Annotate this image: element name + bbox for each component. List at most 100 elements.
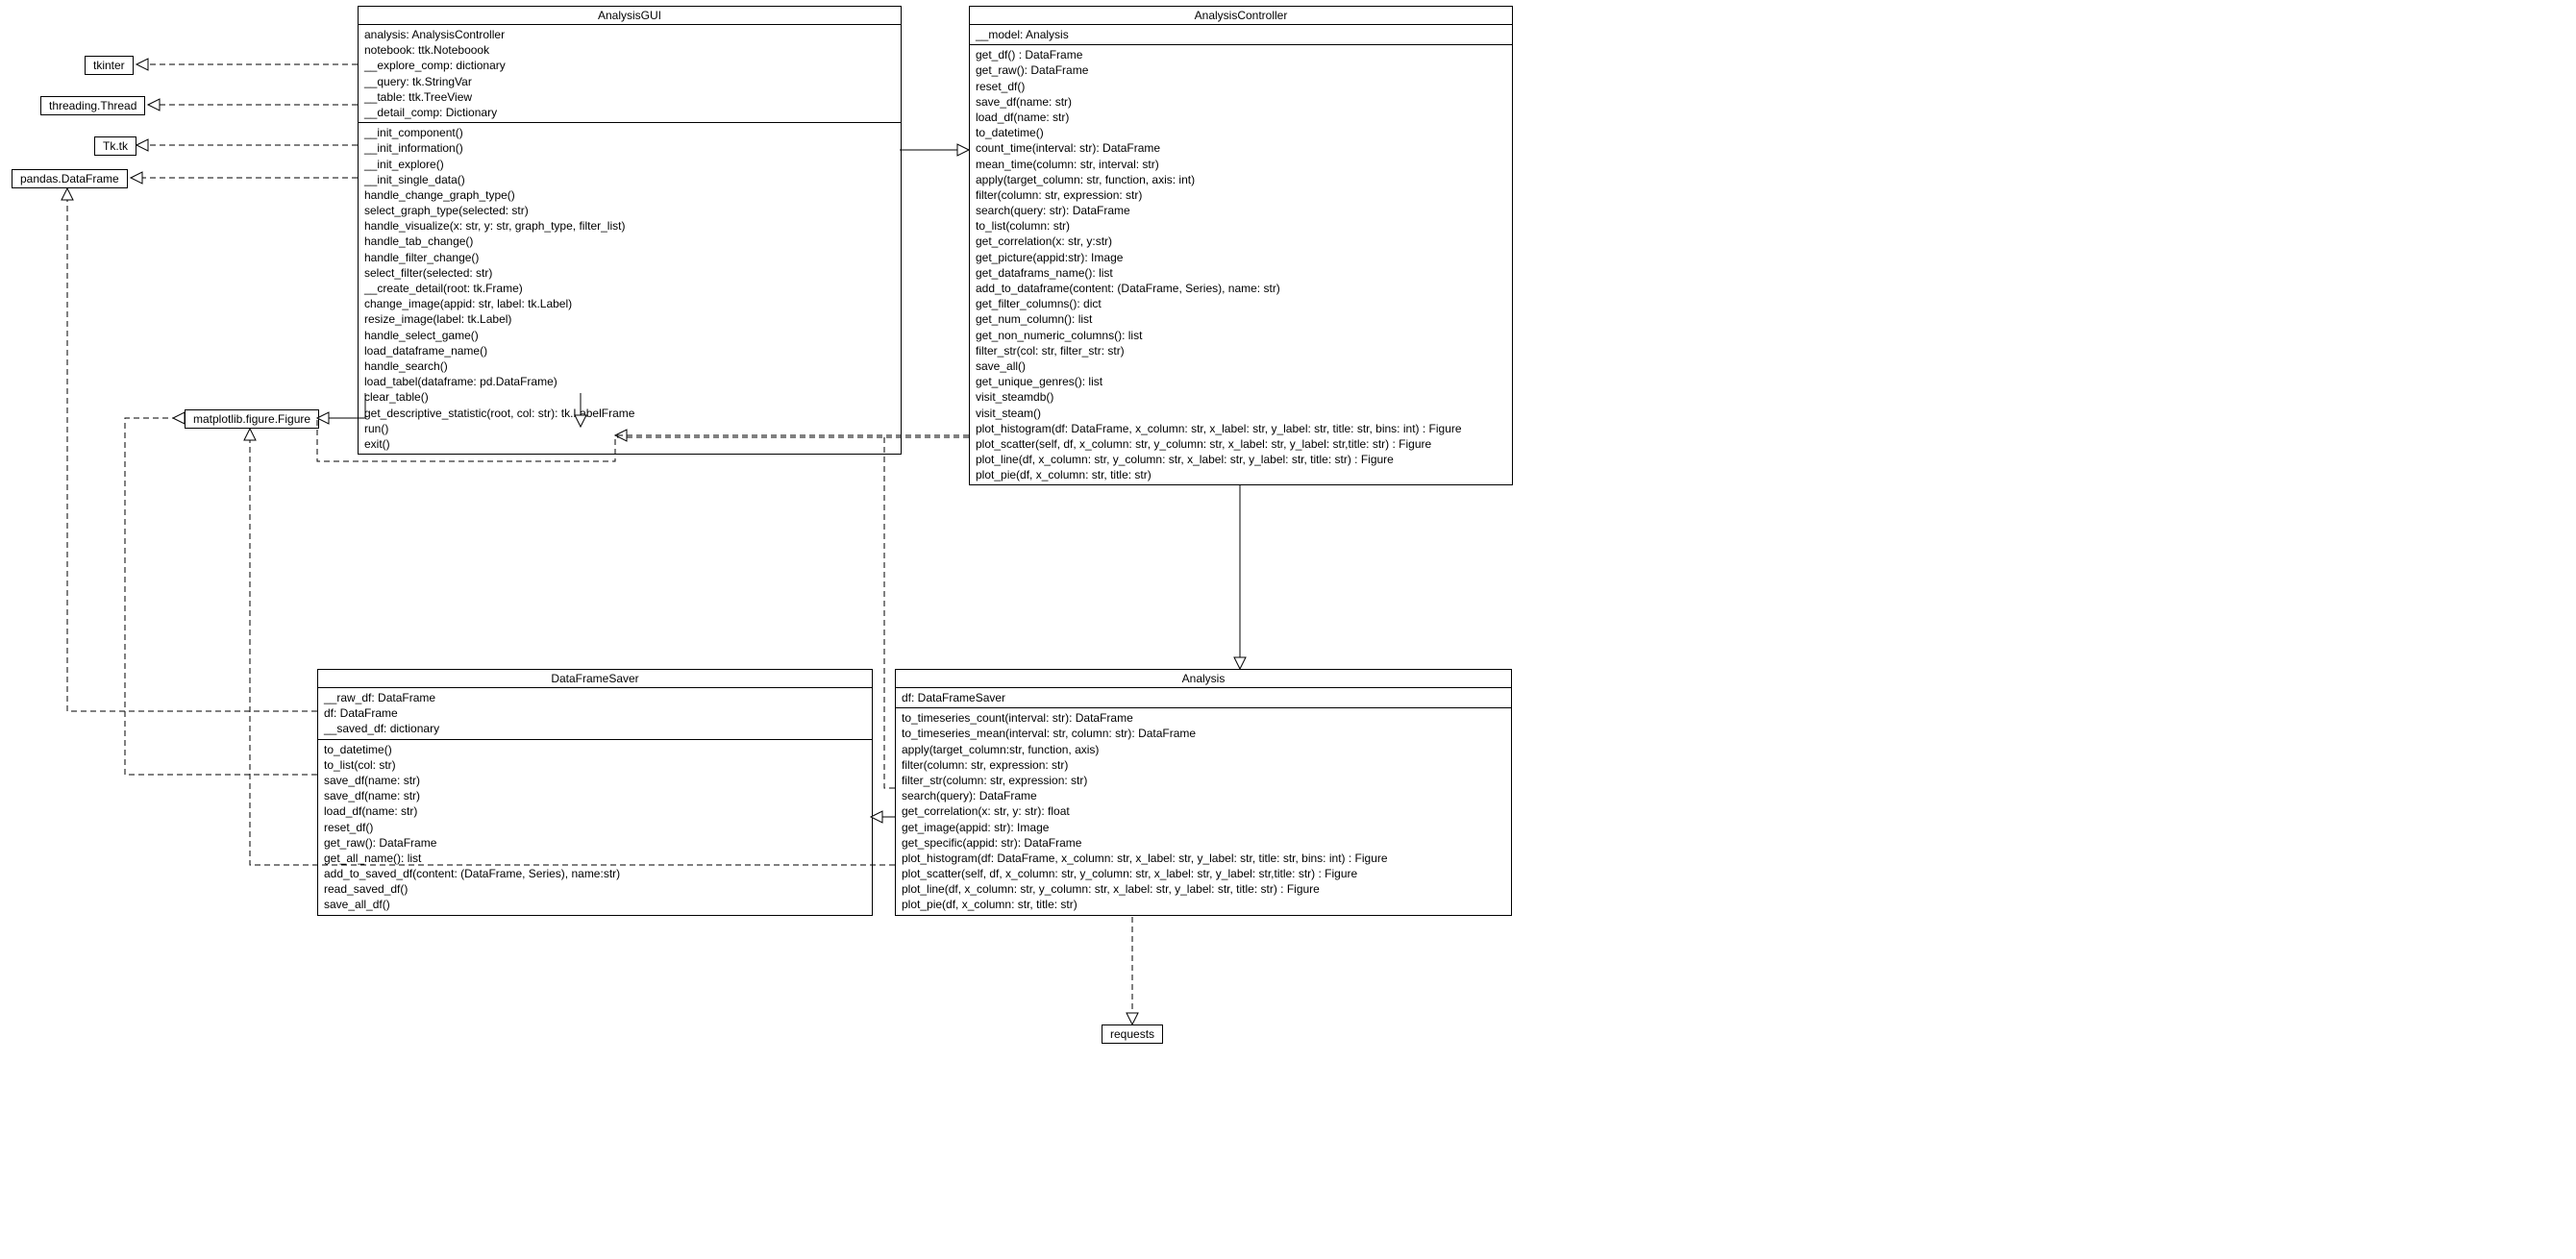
class-line: add_to_dataframe(content: (DataFrame, Se… [976, 281, 1506, 296]
class-line: get_non_numeric_columns(): list [976, 328, 1506, 343]
box-threading: threading.Thread [40, 96, 145, 115]
class-line: __explore_comp: dictionary [364, 58, 895, 73]
class-line: get_raw(): DataFrame [976, 62, 1506, 78]
class-line: count_time(interval: str): DataFrame [976, 140, 1506, 156]
class-attrs: __model: Analysis [970, 25, 1512, 45]
class-methods: to_timeseries_count(interval: str): Data… [896, 708, 1511, 914]
class-line: get_correlation(x: str, y: str): float [902, 803, 1505, 819]
class-line: load_dataframe_name() [364, 343, 895, 358]
box-pandas: pandas.DataFrame [12, 169, 128, 188]
class-line: plot_histogram(df: DataFrame, x_column: … [976, 421, 1506, 436]
class-name: AnalysisController [970, 7, 1512, 25]
class-methods: get_df() : DataFrameget_raw(): DataFrame… [970, 45, 1512, 484]
class-line: to_timeseries_mean(interval: str, column… [902, 726, 1505, 741]
box-tktk: Tk.tk [94, 136, 136, 156]
class-line: __query: tk.StringVar [364, 74, 895, 89]
class-line: exit() [364, 436, 895, 452]
class-line: load_tabel(dataframe: pd.DataFrame) [364, 374, 895, 389]
box-requests: requests [1102, 1024, 1163, 1044]
class-name: AnalysisGUI [359, 7, 901, 25]
class-line: get_df() : DataFrame [976, 47, 1506, 62]
class-line: notebook: ttk.Noteboook [364, 42, 895, 58]
class-line: get_image(appid: str): Image [902, 820, 1505, 835]
class-line: save_df(name: str) [324, 773, 866, 788]
class-line: filter(column: str, expression: str) [976, 187, 1506, 203]
class-line: to_list(col: str) [324, 757, 866, 773]
class-line: plot_pie(df, x_column: str, title: str) [976, 467, 1506, 482]
class-name: DataFrameSaver [318, 670, 872, 688]
class-line: mean_time(column: str, interval: str) [976, 157, 1506, 172]
class-attrs: df: DataFrameSaver [896, 688, 1511, 708]
class-line: plot_histogram(df: DataFrame, x_column: … [902, 851, 1505, 866]
class-line: plot_pie(df, x_column: str, title: str) [902, 897, 1505, 912]
class-line: __init_component() [364, 125, 895, 140]
class-line: filter_str(column: str, expression: str) [902, 773, 1505, 788]
class-line: handle_select_game() [364, 328, 895, 343]
class-line: get_picture(appid:str): Image [976, 250, 1506, 265]
class-analysis: Analysis df: DataFrameSaver to_timeserie… [895, 669, 1512, 916]
class-line: df: DataFrameSaver [902, 690, 1505, 705]
class-attrs: analysis: AnalysisControllernotebook: tt… [359, 25, 901, 123]
class-line: load_df(name: str) [976, 110, 1506, 125]
class-line: get_correlation(x: str, y:str) [976, 234, 1506, 249]
class-line: plot_line(df, x_column: str, y_column: s… [902, 881, 1505, 897]
class-line: handle_search() [364, 358, 895, 374]
class-line: save_all() [976, 358, 1506, 374]
class-line: handle_filter_change() [364, 250, 895, 265]
class-line: add_to_saved_df(content: (DataFrame, Ser… [324, 866, 866, 881]
class-line: get_unique_genres(): list [976, 374, 1506, 389]
class-line: __init_explore() [364, 157, 895, 172]
class-line: __table: ttk.TreeView [364, 89, 895, 105]
class-line: analysis: AnalysisController [364, 27, 895, 42]
class-analysisgui: AnalysisGUI analysis: AnalysisController… [358, 6, 902, 455]
class-line: __init_single_data() [364, 172, 895, 187]
class-analysiscontroller: AnalysisController __model: Analysis get… [969, 6, 1513, 485]
box-tkinter: tkinter [85, 56, 134, 75]
class-line: get_dataframs_name(): list [976, 265, 1506, 281]
class-line: get_raw(): DataFrame [324, 835, 866, 851]
class-dataframesaver: DataFrameSaver __raw_df: DataFramedf: Da… [317, 669, 873, 916]
class-line: get_num_column(): list [976, 311, 1506, 327]
class-line: run() [364, 421, 895, 436]
class-line: clear_table() [364, 389, 895, 405]
class-line: __saved_df: dictionary [324, 721, 866, 736]
class-line: to_datetime() [976, 125, 1506, 140]
class-line: resize_image(label: tk.Label) [364, 311, 895, 327]
class-line: __raw_df: DataFrame [324, 690, 866, 705]
class-line: get_descriptive_statistic(root, col: str… [364, 406, 895, 421]
class-line: select_graph_type(selected: str) [364, 203, 895, 218]
class-methods: __init_component()__init_information()__… [359, 123, 901, 454]
class-line: to_list(column: str) [976, 218, 1506, 234]
class-line: plot_scatter(self, df, x_column: str, y_… [976, 436, 1506, 452]
class-line: __model: Analysis [976, 27, 1506, 42]
class-methods: to_datetime()to_list(col: str)save_df(na… [318, 740, 872, 915]
class-line: apply(target_column:str, function, axis) [902, 742, 1505, 757]
class-line: search(query: str): DataFrame [976, 203, 1506, 218]
class-line: handle_visualize(x: str, y: str, graph_t… [364, 218, 895, 234]
class-line: __detail_comp: Dictionary [364, 105, 895, 120]
class-line: save_all_df() [324, 897, 866, 912]
class-line: filter(column: str, expression: str) [902, 757, 1505, 773]
class-line: df: DataFrame [324, 705, 866, 721]
class-line: save_df(name: str) [976, 94, 1506, 110]
class-line: visit_steam() [976, 406, 1506, 421]
class-line: handle_tab_change() [364, 234, 895, 249]
class-line: __create_detail(root: tk.Frame) [364, 281, 895, 296]
class-line: read_saved_df() [324, 881, 866, 897]
class-line: handle_change_graph_type() [364, 187, 895, 203]
class-line: get_filter_columns(): dict [976, 296, 1506, 311]
class-line: save_df(name: str) [324, 788, 866, 803]
class-line: filter_str(col: str, filter_str: str) [976, 343, 1506, 358]
class-attrs: __raw_df: DataFramedf: DataFrame__saved_… [318, 688, 872, 740]
class-line: apply(target_column: str, function, axis… [976, 172, 1506, 187]
class-line: get_specific(appid: str): DataFrame [902, 835, 1505, 851]
class-line: change_image(appid: str, label: tk.Label… [364, 296, 895, 311]
class-line: search(query): DataFrame [902, 788, 1505, 803]
class-line: reset_df() [324, 820, 866, 835]
class-line: plot_line(df, x_column: str, y_column: s… [976, 452, 1506, 467]
class-name: Analysis [896, 670, 1511, 688]
class-line: to_datetime() [324, 742, 866, 757]
class-line: to_timeseries_count(interval: str): Data… [902, 710, 1505, 726]
box-matplotlib: matplotlib.figure.Figure [185, 409, 319, 429]
class-line: select_filter(selected: str) [364, 265, 895, 281]
